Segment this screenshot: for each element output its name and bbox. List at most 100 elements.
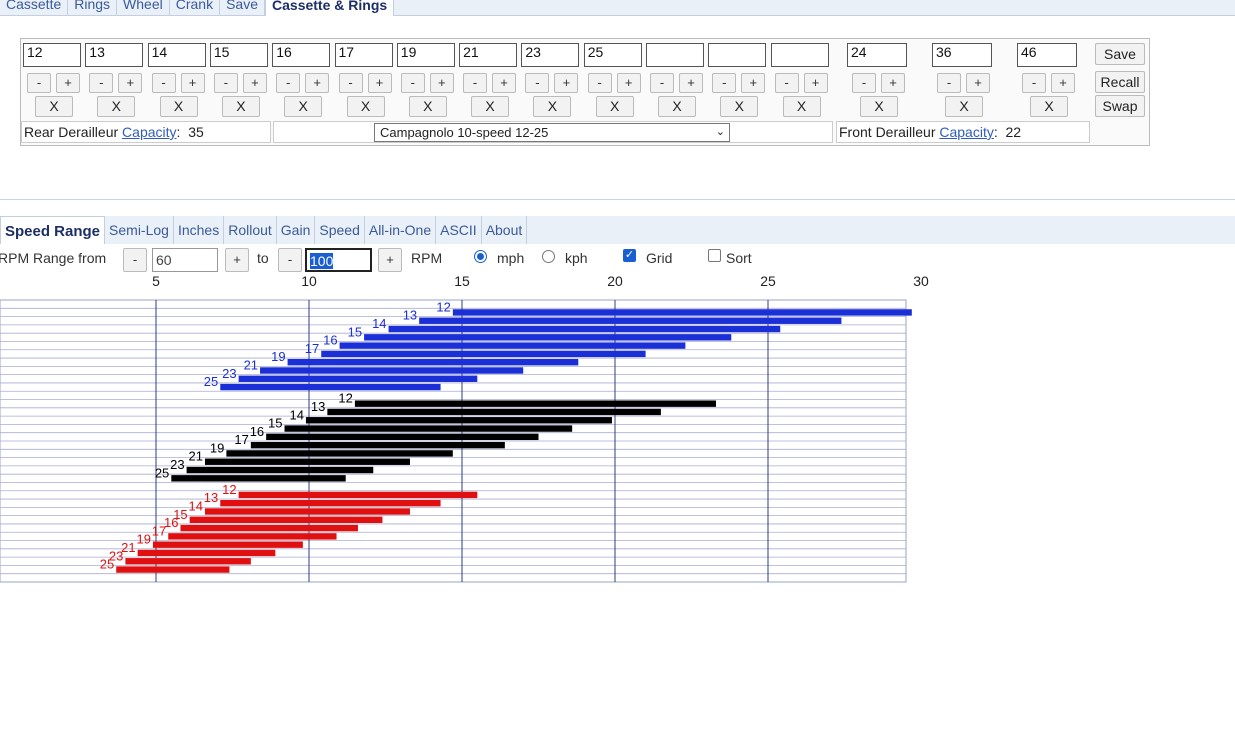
cog-remove-button[interactable]: X (221, 96, 260, 117)
cog-decrement-button[interactable]: - (400, 73, 425, 93)
ring-increment-button[interactable]: + (966, 73, 990, 93)
cog-input[interactable]: 14 (147, 43, 206, 67)
cog-bar-label: 13 (204, 490, 218, 505)
cog-input[interactable] (646, 43, 704, 67)
cog-remove-button[interactable]: X (720, 96, 759, 117)
cog-remove-button[interactable]: X (595, 96, 634, 117)
ring-decrement-button[interactable]: - (937, 73, 961, 93)
cog-input[interactable]: 12 (23, 43, 81, 67)
cog-decrement-button[interactable]: - (774, 73, 799, 93)
tab-gain[interactable]: Gain (277, 216, 316, 244)
sort-checkbox[interactable] (708, 249, 721, 262)
cog-bar-label: 15 (348, 324, 362, 339)
cog-input[interactable]: 15 (209, 43, 268, 67)
cog-input[interactable] (770, 43, 829, 67)
tab-speed-range[interactable]: Speed Range (0, 216, 106, 244)
kph-radio[interactable] (542, 250, 555, 263)
tab-wheel[interactable]: Wheel (117, 0, 170, 16)
cog-increment-button[interactable]: + (367, 73, 392, 93)
cog-increment-button[interactable]: + (118, 73, 143, 93)
cog-decrement-button[interactable]: - (463, 73, 488, 93)
cog-decrement-button[interactable]: - (151, 73, 176, 93)
speed-range-bar (364, 334, 732, 341)
cog-increment-button[interactable]: + (492, 73, 517, 93)
tab-semi-log[interactable]: Semi-Log (105, 216, 174, 244)
ring-decrement-button[interactable]: - (852, 73, 876, 93)
cog-input[interactable]: 16 (272, 43, 331, 67)
cog-input[interactable]: 17 (334, 43, 393, 67)
cog-remove-button[interactable]: X (346, 96, 385, 117)
tab-rollout[interactable]: Rollout (224, 216, 277, 244)
cog-increment-button[interactable]: + (554, 73, 579, 93)
ring-remove-button[interactable]: X (1030, 96, 1068, 117)
tab-inches[interactable]: Inches (174, 216, 225, 244)
cog-remove-button[interactable]: X (471, 96, 510, 117)
mph-radio[interactable] (474, 250, 487, 263)
tab-save[interactable]: Save (220, 0, 266, 16)
tab-about[interactable]: About (482, 216, 528, 244)
cog-increment-button[interactable]: + (679, 73, 703, 93)
cog-decrement-button[interactable]: - (276, 73, 301, 93)
ring-increment-button[interactable]: + (1051, 73, 1075, 93)
speed-range-bar (180, 524, 358, 532)
cog-increment-button[interactable]: + (180, 73, 205, 93)
ring-remove-button[interactable]: X (945, 96, 983, 117)
cog-increment-button[interactable]: + (242, 73, 267, 93)
cog-increment-button[interactable]: + (741, 73, 766, 93)
cog-decrement-button[interactable]: - (213, 73, 238, 93)
speed-range-bar (260, 367, 524, 374)
cog-decrement-button[interactable]: - (89, 73, 114, 93)
ring-increment-button[interactable]: + (881, 73, 905, 93)
cog-increment-button[interactable]: + (616, 73, 641, 93)
tab-crank[interactable]: Crank (170, 0, 221, 16)
cog-increment-button[interactable]: + (429, 73, 454, 93)
front-capacity-link[interactable]: Capacity (939, 124, 993, 140)
cog-bar-label: 16 (250, 424, 264, 439)
cassette-preset-select[interactable]: Campagnolo 10-speed 12-25 ⌄ (374, 123, 730, 142)
cog-input[interactable]: 21 (459, 43, 518, 67)
cog-decrement-button[interactable]: - (338, 73, 363, 93)
recall-button[interactable]: Recall (1095, 71, 1145, 93)
cog-decrement-button[interactable]: - (27, 73, 51, 93)
cog-remove-button[interactable]: X (97, 96, 136, 117)
cog-increment-button[interactable]: + (56, 73, 80, 93)
ring-remove-button[interactable]: X (860, 96, 898, 117)
tab-speed[interactable]: Speed (315, 216, 365, 244)
tab-all-in-one[interactable]: All-in-One (365, 216, 437, 244)
cog-remove-button[interactable]: X (782, 96, 821, 117)
cog-input[interactable] (708, 43, 767, 67)
cog-increment-button[interactable]: + (305, 73, 330, 93)
grid-checkbox[interactable]: ✓ (623, 249, 636, 262)
cog-input[interactable]: 13 (85, 43, 144, 67)
swap-button[interactable]: Swap (1095, 95, 1145, 117)
cog-decrement-button[interactable]: - (650, 73, 674, 93)
tab-cassette-rings[interactable]: Cassette & Rings (265, 0, 395, 16)
cog-remove-button[interactable]: X (408, 96, 447, 117)
speed-range-bar (204, 508, 410, 515)
cog-remove-button[interactable]: X (658, 96, 696, 117)
tab-cassette[interactable]: Cassette (0, 0, 69, 16)
cog-input[interactable]: 23 (521, 43, 580, 67)
ring-input[interactable]: 24 (847, 43, 907, 67)
cog-decrement-button[interactable]: - (587, 73, 612, 93)
cog-increment-button[interactable]: + (803, 73, 828, 93)
tab-rings[interactable]: Rings (68, 0, 118, 16)
speed-range-bar (354, 400, 716, 407)
save-button[interactable]: Save (1095, 43, 1145, 65)
cog-remove-button[interactable]: X (284, 96, 323, 117)
cog-decrement-button[interactable]: - (525, 73, 550, 93)
front-capacity-label: Front Derailleur (839, 124, 936, 140)
cog-remove-button[interactable]: X (35, 96, 73, 117)
ring-decrement-button[interactable]: - (1022, 73, 1046, 93)
ring-input[interactable]: 46 (1017, 43, 1077, 67)
rear-capacity-link[interactable]: Capacity (122, 124, 176, 140)
cog-remove-button[interactable]: X (159, 96, 198, 117)
cog-input[interactable]: 19 (396, 43, 455, 67)
cog-remove-button[interactable]: X (533, 96, 572, 117)
tab-ascii[interactable]: ASCII (436, 216, 482, 244)
cog-decrement-button[interactable]: - (712, 73, 737, 93)
ring-input[interactable]: 36 (932, 43, 992, 67)
rpm-unit-label: RPM (411, 250, 443, 266)
speed-range-bar (226, 450, 453, 457)
cog-input[interactable]: 25 (583, 43, 642, 67)
